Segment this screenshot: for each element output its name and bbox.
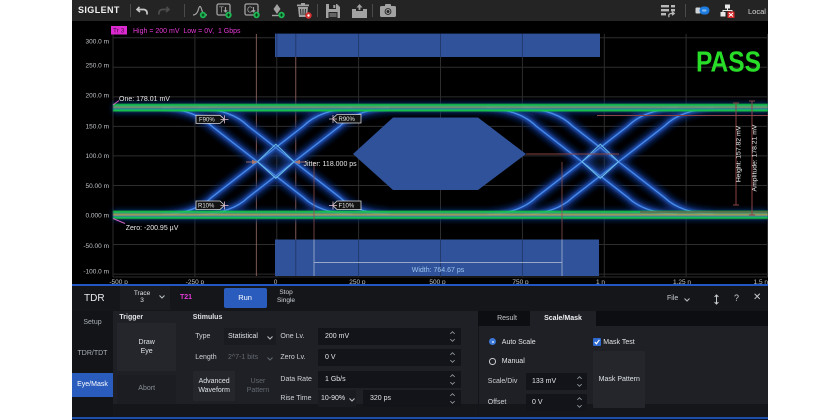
svg-text:150.0 m: 150.0 m bbox=[86, 124, 110, 131]
svg-text:Width: 764.67 ps: Width: 764.67 ps bbox=[412, 267, 465, 274]
svg-text:PASS: PASS bbox=[696, 47, 761, 79]
svg-text:Jitter: 118.000 ps: Jitter: 118.000 ps bbox=[304, 161, 358, 168]
svg-text:R10%: R10% bbox=[198, 204, 215, 210]
svg-text:300.0 m: 300.0 m bbox=[86, 39, 110, 46]
svg-text:One: 178.01 mV: One: 178.01 mV bbox=[119, 96, 170, 103]
svg-text:Zero: -200.95 µV: Zero: -200.95 µV bbox=[126, 225, 179, 232]
svg-text:-100.0 m: -100.0 m bbox=[83, 268, 109, 275]
svg-text:High = 200 mV Low = 0V, 1 Gb: High = 200 mV Low = 0V, 1 Gbps bbox=[133, 28, 241, 35]
svg-text:Amplitude: 178.21 mV: Amplitude: 178.21 mV bbox=[752, 124, 759, 191]
svg-text:T: T bbox=[219, 6, 224, 15]
svg-text:250.0 m: 250.0 m bbox=[86, 63, 110, 70]
svg-text:F10%: F10% bbox=[339, 204, 355, 210]
svg-text:50.00 m: 50.00 m bbox=[86, 183, 110, 190]
svg-text:0.000 m: 0.000 m bbox=[86, 212, 110, 219]
svg-text:F90%: F90% bbox=[199, 118, 215, 124]
svg-text:-50.00 m: -50.00 m bbox=[83, 243, 109, 250]
svg-text:100.0 m: 100.0 m bbox=[86, 153, 110, 160]
svg-text:Height: 157.82 mV: Height: 157.82 mV bbox=[736, 125, 743, 182]
svg-text:R90%: R90% bbox=[339, 117, 356, 123]
svg-text:Tr 3: Tr 3 bbox=[113, 28, 125, 35]
svg-text:200.0 m: 200.0 m bbox=[86, 92, 110, 99]
